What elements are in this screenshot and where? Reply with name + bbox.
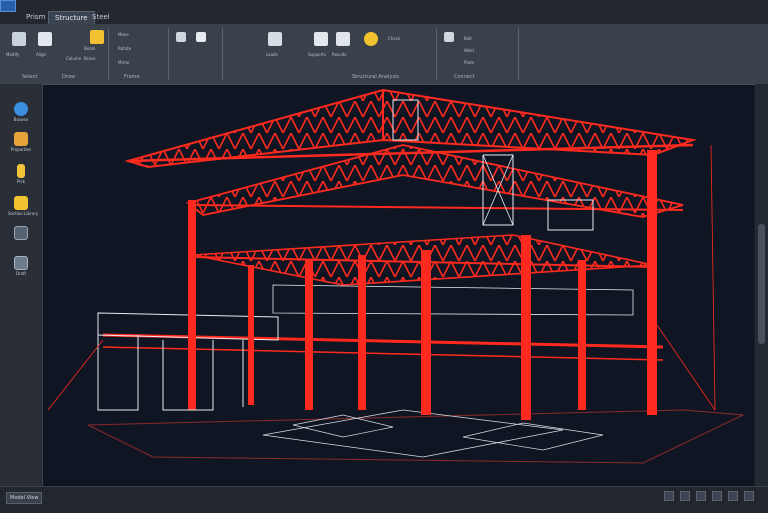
ribbon-group-connect: Bolt Weld Plate Connect	[438, 26, 518, 82]
ribbon-separator	[436, 28, 437, 80]
ribbon-separator	[108, 28, 109, 80]
settings-icon[interactable]	[728, 491, 738, 501]
supports-icon[interactable]	[314, 32, 328, 46]
move-button-label[interactable]: Move	[118, 32, 129, 37]
browse-tool-label: Browse	[13, 117, 29, 122]
draft-tool-label: Draft	[15, 271, 27, 276]
ribbon-separator	[518, 28, 519, 80]
ground-slab	[87, 409, 745, 464]
scrollbar-thumb[interactable]	[758, 224, 765, 344]
pick-tool-label: Pick	[17, 179, 25, 184]
ribbon-separator	[222, 28, 223, 80]
rotate-button-label[interactable]: Rotate	[118, 46, 131, 51]
status-text: Model View	[6, 492, 43, 504]
title-bar: Prism Structure Steel	[0, 0, 768, 25]
group-name-connect: Connect	[454, 74, 475, 80]
modify-icon[interactable]	[12, 32, 26, 46]
vertical-scrollbar[interactable]	[755, 84, 768, 486]
mirror-button-label[interactable]: Mirror	[118, 60, 130, 65]
check-button-label[interactable]: Check	[388, 36, 400, 41]
zoom-icon[interactable]	[712, 491, 722, 501]
section-library-label: Section Library	[8, 211, 39, 216]
status-bar: Model View	[0, 486, 768, 513]
supports-button-label: Supports	[308, 52, 326, 57]
model-viewport[interactable]	[43, 84, 754, 487]
steel-frame-model	[47, 88, 745, 464]
bolt-button-label[interactable]: Bolt	[464, 36, 472, 41]
group-name-select: Select	[22, 74, 38, 80]
document-icon	[14, 256, 28, 270]
align-icon[interactable]	[38, 32, 52, 46]
align-button-label: Align	[36, 52, 47, 57]
app-icon[interactable]	[0, 0, 16, 12]
ribbon-group-structural-analysis: Loads Supports Results Check Structural …	[224, 26, 434, 82]
layers-icon	[14, 226, 28, 240]
results-icon[interactable]	[336, 32, 350, 46]
beam-icon[interactable]	[90, 30, 104, 44]
group-name-frame: Frame	[124, 74, 140, 80]
ribbon-group-draw: Beam Column Brace Draw	[60, 26, 108, 82]
folder-icon	[14, 196, 28, 210]
beam-button-label: Beam	[84, 46, 96, 51]
ribbon-toolbar: Modify Align Select Beam Column Brace Dr…	[0, 24, 768, 85]
brace-button-label[interactable]: Brace	[84, 56, 96, 61]
properties-tool-label: Properties	[10, 147, 32, 152]
plate-button-label[interactable]: Plate	[464, 60, 474, 65]
pencil-icon	[17, 164, 25, 178]
tab-steel[interactable]: Steel	[86, 11, 116, 24]
modify-button-label: Modify	[6, 52, 20, 57]
headphones-icon[interactable]	[364, 32, 378, 46]
properties-icon	[14, 132, 28, 146]
tab-prism[interactable]: Prism	[20, 11, 51, 24]
snap-icon[interactable]	[680, 491, 690, 501]
fullscreen-icon[interactable]	[744, 491, 754, 501]
ortho-icon[interactable]	[696, 491, 706, 501]
weld-button-label[interactable]: Weld	[464, 48, 474, 53]
ribbon-group-select: Modify Align Select	[4, 26, 60, 82]
bolt-icon[interactable]	[444, 32, 454, 42]
roof-truss	[124, 88, 697, 218]
grid-icon[interactable]	[664, 491, 674, 501]
hammer-icon[interactable]	[196, 32, 206, 42]
loads-button-label: Loads	[266, 52, 278, 57]
globe-icon	[14, 102, 28, 116]
group-name-draw: Draw	[62, 74, 76, 80]
tool-palette: Browse Properties Pick Section Library D…	[0, 84, 43, 486]
column-button-label[interactable]: Column	[66, 56, 81, 61]
group-name-structural-analysis: Structural Analysis	[352, 74, 399, 80]
ribbon-group-frame: Move Rotate Mirror Frame	[110, 26, 166, 82]
ribbon-separator	[168, 28, 169, 80]
wrench-icon[interactable]	[176, 32, 186, 42]
results-button-label: Results	[332, 52, 347, 57]
loads-icon[interactable]	[268, 32, 282, 46]
